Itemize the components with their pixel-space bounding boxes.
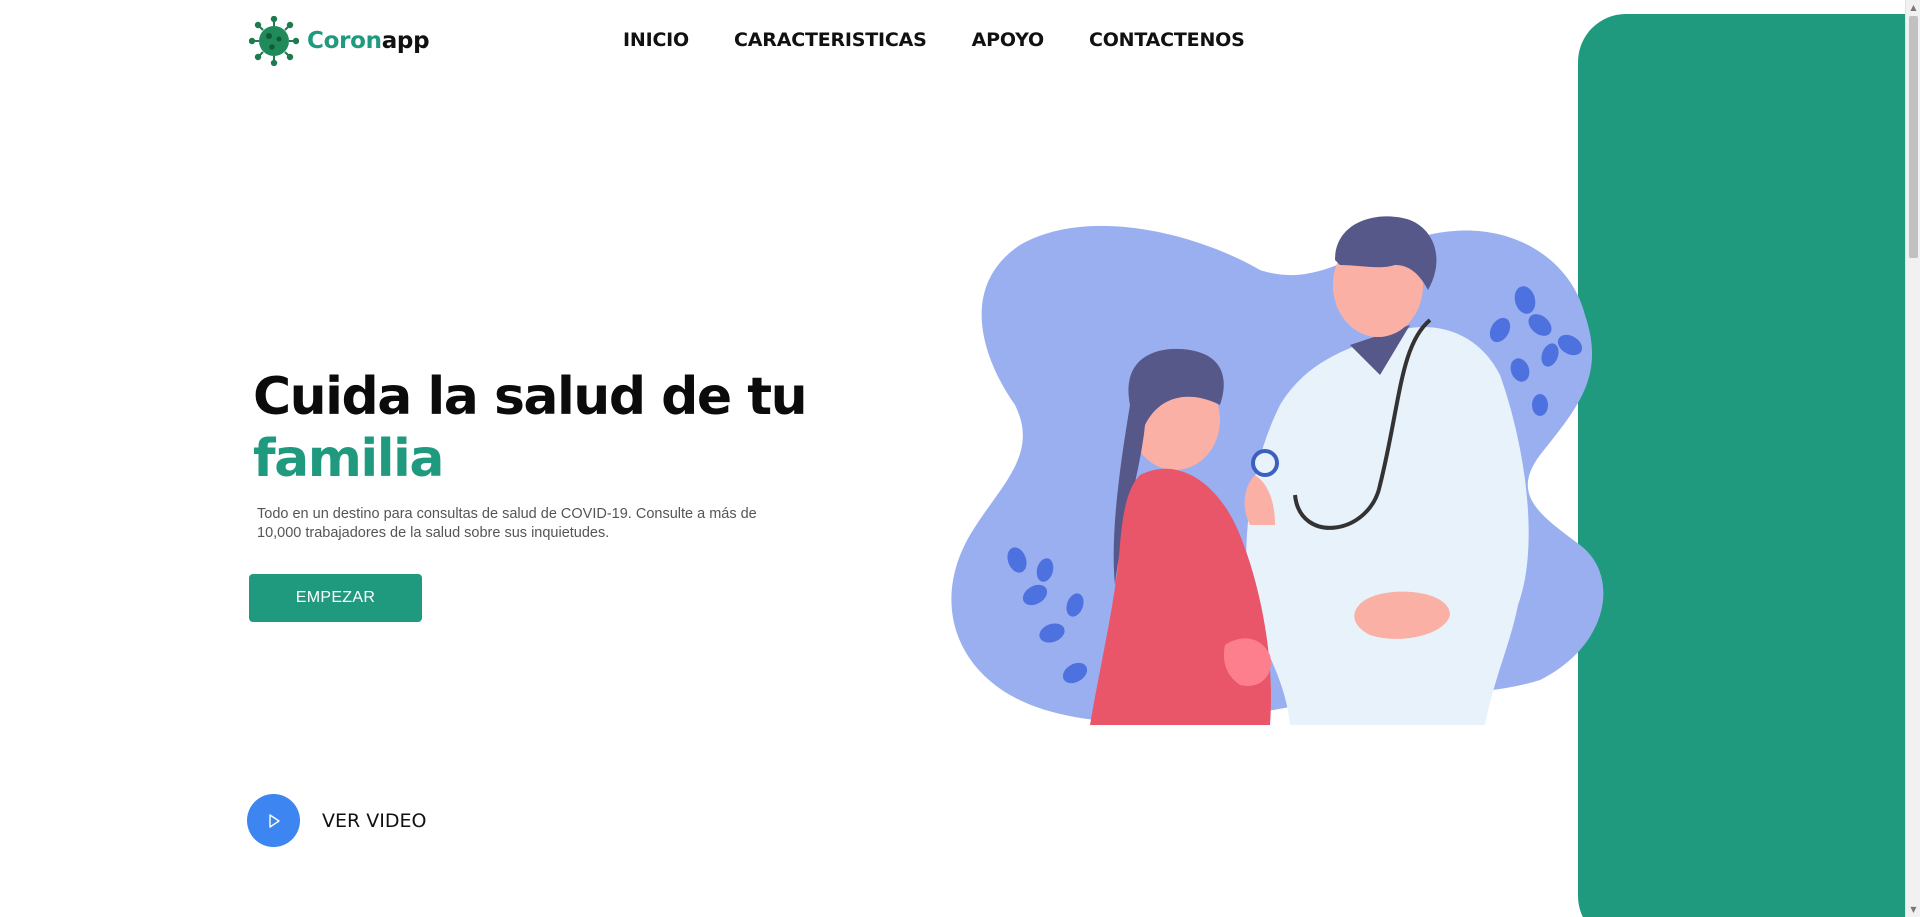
- nav-item-apoyo[interactable]: APOYO: [972, 29, 1045, 51]
- scroll-up-arrow-icon[interactable]: ▲: [1906, 0, 1920, 15]
- play-button[interactable]: [247, 794, 300, 847]
- doctor-patient-illustration: [951, 216, 1604, 725]
- brand-name: Coronapp: [307, 28, 430, 54]
- virus-icon: [249, 16, 299, 66]
- brand-logo[interactable]: Coronapp: [249, 16, 430, 66]
- vertical-scrollbar[interactable]: ▲ ▼: [1905, 0, 1920, 917]
- play-icon: [268, 813, 280, 828]
- hero-description: Todo en un destino para consultas de sal…: [257, 506, 757, 541]
- video-label: VER VIDEO: [322, 809, 427, 832]
- scroll-down-arrow-icon[interactable]: ▼: [1906, 902, 1920, 917]
- nav-item-contactenos[interactable]: CONTACTENOS: [1089, 29, 1245, 51]
- start-button[interactable]: EMPEZAR: [249, 574, 422, 622]
- scroll-thumb[interactable]: [1909, 16, 1918, 258]
- watch-video-link[interactable]: VER VIDEO: [247, 794, 426, 847]
- nav-item-inicio[interactable]: INICIO: [623, 29, 689, 51]
- hero-title-line1: Cuida la salud de tu: [253, 367, 808, 427]
- hero-title-line2: familia: [253, 429, 444, 489]
- main-nav: INICIO CARACTERISTICAS APOYO CONTACTENOS: [623, 29, 1245, 51]
- nav-item-caracteristicas[interactable]: CARACTERISTICAS: [734, 29, 927, 51]
- hero-title: Cuida la salud de tu familia: [253, 366, 808, 490]
